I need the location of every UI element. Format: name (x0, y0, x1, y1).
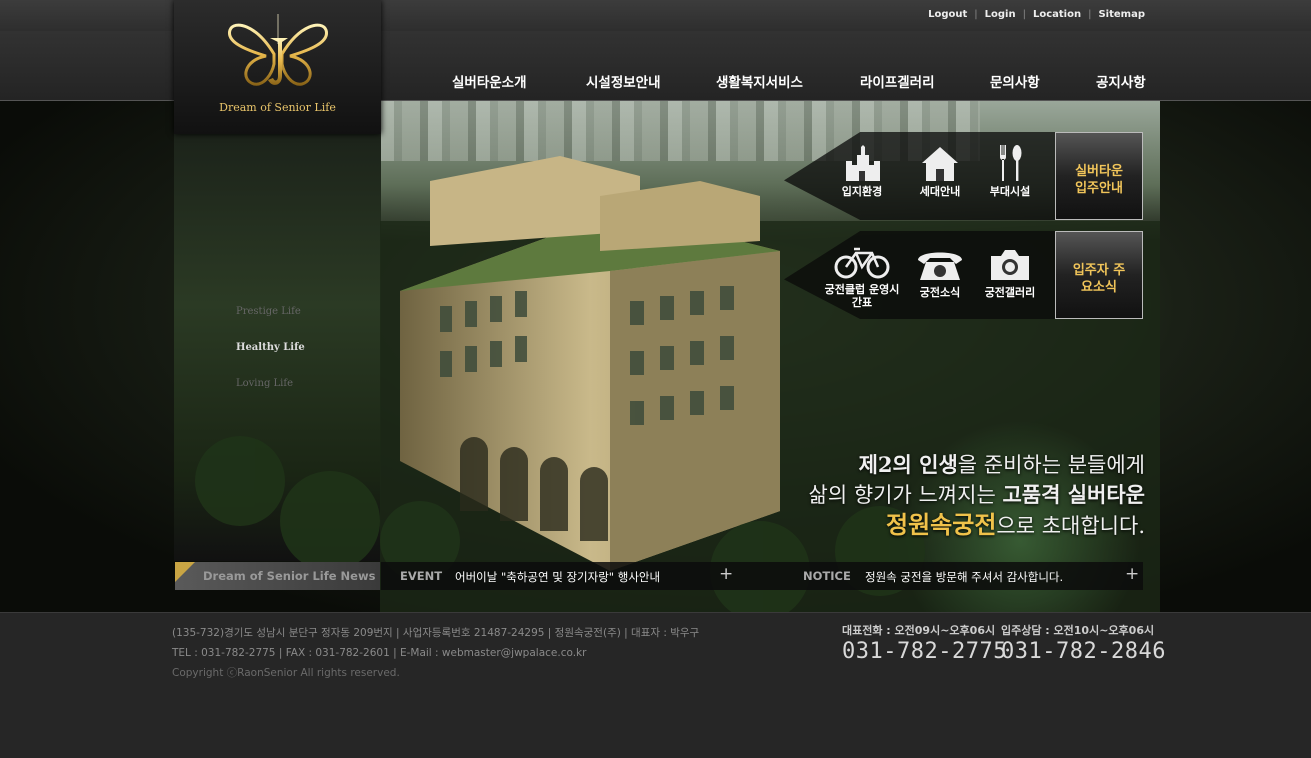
news-title: Dream of Senior Life News (203, 569, 376, 583)
utility-nav: Logout | Login | Location | Sitemap (928, 9, 1145, 20)
butterfly-logo-icon (228, 14, 328, 86)
nav-inquiry[interactable]: 문의사항 (990, 71, 1040, 91)
quick-gallery[interactable]: 궁전갤러리 (975, 248, 1045, 299)
quick-amenities-label: 부대시설 (989, 185, 1031, 198)
main-phone-number: 031-782-2775 (842, 639, 1007, 664)
slogan-healthy: Healthy Life (236, 342, 305, 353)
main-phone: 대표전화 : 오전09시~오후06시 031-782-2775 (842, 622, 1007, 664)
site-logo[interactable]: Dream of Senior Life (174, 0, 381, 134)
hero-headline: 제2의 인생을 준비하는 분들에게 삶의 향기가 느껴지는 고품격 실버타운 정… (809, 450, 1145, 541)
quick-club-schedule-label: 궁전클럽 운영시간표 (824, 283, 900, 309)
move-in-guide-button[interactable]: 실버타운 입주안내 (1055, 132, 1143, 220)
consult-phone-number: 031-782-2846 (1001, 639, 1166, 664)
fork-spoon-icon (1000, 145, 1022, 181)
gold-corner-icon (175, 562, 195, 582)
headline-text-1: 을 준비하는 분들에게 (957, 453, 1145, 477)
footer-copyright: Copyright ⓒRaonSenior All rights reserve… (172, 667, 400, 679)
news-section-label: Dream of Senior Life News (175, 562, 380, 590)
logout-link[interactable]: Logout (928, 9, 967, 20)
quick-location[interactable]: 입지환경 (827, 145, 897, 198)
event-link[interactable]: 어버이날 "축하공연 및 장기자랑" 행사안내 (455, 569, 660, 585)
nav-silvertown-intro[interactable]: 실버타운소개 (452, 71, 527, 91)
event-more-plus-icon[interactable]: + (719, 564, 733, 584)
footer: (135-732)경기도 성남시 분단구 정자동 209번지 | 사업자등록번호… (0, 612, 1311, 758)
house-icon (922, 147, 958, 181)
headline-brand: 정원속궁전 (886, 510, 997, 539)
headline-line-1: 제2의 인생을 준비하는 분들에게 (809, 450, 1145, 480)
nav-welfare-service[interactable]: 생활복지서비스 (716, 71, 803, 91)
footer-address: (135-732)경기도 성남시 분단구 정자동 209번지 | 사업자등록번호… (172, 627, 700, 639)
castle-icon (846, 145, 880, 181)
camera-icon (991, 250, 1029, 280)
notice-more-plus-icon[interactable]: + (1125, 564, 1139, 584)
quick-news[interactable]: 궁전소식 (905, 248, 975, 299)
headline-line-3: 정원속궁전으로 초대합니다. (809, 510, 1145, 541)
main-phone-label: 대표전화 : 오전09시~오후06시 (842, 624, 996, 637)
quick-household[interactable]: 세대안내 (905, 145, 975, 198)
quick-location-label: 입지환경 (841, 185, 883, 198)
event-label: EVENT (400, 569, 443, 583)
quick-amenities[interactable]: 부대시설 (975, 145, 1045, 198)
move-in-guide-label: 실버타운 입주안내 (1075, 164, 1123, 196)
headline-text-3: 으로 초대합니다. (996, 514, 1145, 538)
nav-life-gallery[interactable]: 라이프겔러리 (860, 71, 935, 91)
slogan-prestige: Prestige Life (236, 306, 301, 317)
quick-news-label: 궁전소식 (919, 286, 961, 299)
location-link[interactable]: Location (1033, 9, 1081, 20)
quick-gallery-label: 궁전갤러리 (984, 286, 1036, 299)
headline-line-2: 삶의 향기가 느껴지는 고품격 실버타운 (809, 480, 1145, 510)
quick-household-label: 세대안내 (919, 185, 961, 198)
slogan-loving: Loving Life (236, 378, 293, 389)
resident-news-label: 입주자 주요소식 (1072, 263, 1126, 295)
footer-contact: TEL : 031-782-2775 | FAX : 031-782-2601 … (172, 647, 587, 659)
notice-link[interactable]: 정원속 궁전을 방문해 주셔서 감사합니다. (865, 569, 1063, 585)
consult-phone-label: 입주상담 : 오전10시~오후06시 (1001, 624, 1155, 637)
news-ticker: EVENT 어버이날 "축하공연 및 장기자랑" 행사안내 + NOTICE 정… (381, 562, 1143, 590)
headline-emphasis-2: 고품격 실버타운 (1002, 482, 1145, 507)
quick-club-schedule[interactable]: 궁전클럽 운영시간표 (824, 245, 900, 309)
slogan-list: Prestige Life Healthy Life Loving Life (236, 306, 305, 414)
notice-label: NOTICE (803, 569, 851, 583)
resident-news-button[interactable]: 입주자 주요소식 (1055, 231, 1143, 319)
logo-tagline: Dream of Senior Life (219, 101, 336, 114)
consult-phone: 입주상담 : 오전10시~오후06시 031-782-2846 (1001, 622, 1166, 664)
nav-notice[interactable]: 공지사항 (1096, 71, 1146, 91)
nav-facility-info[interactable]: 시설정보안내 (586, 71, 661, 91)
sitemap-link[interactable]: Sitemap (1098, 9, 1145, 20)
footer-info: (135-732)경기도 성남시 분단구 정자동 209번지 | 사업자등록번호… (172, 623, 699, 683)
headline-emphasis-1: 제2의 인생 (858, 452, 958, 477)
headline-text-2: 삶의 향기가 느껴지는 (808, 483, 1003, 507)
login-link[interactable]: Login (985, 9, 1016, 20)
telephone-icon (918, 252, 962, 280)
bicycle-icon (834, 247, 890, 279)
